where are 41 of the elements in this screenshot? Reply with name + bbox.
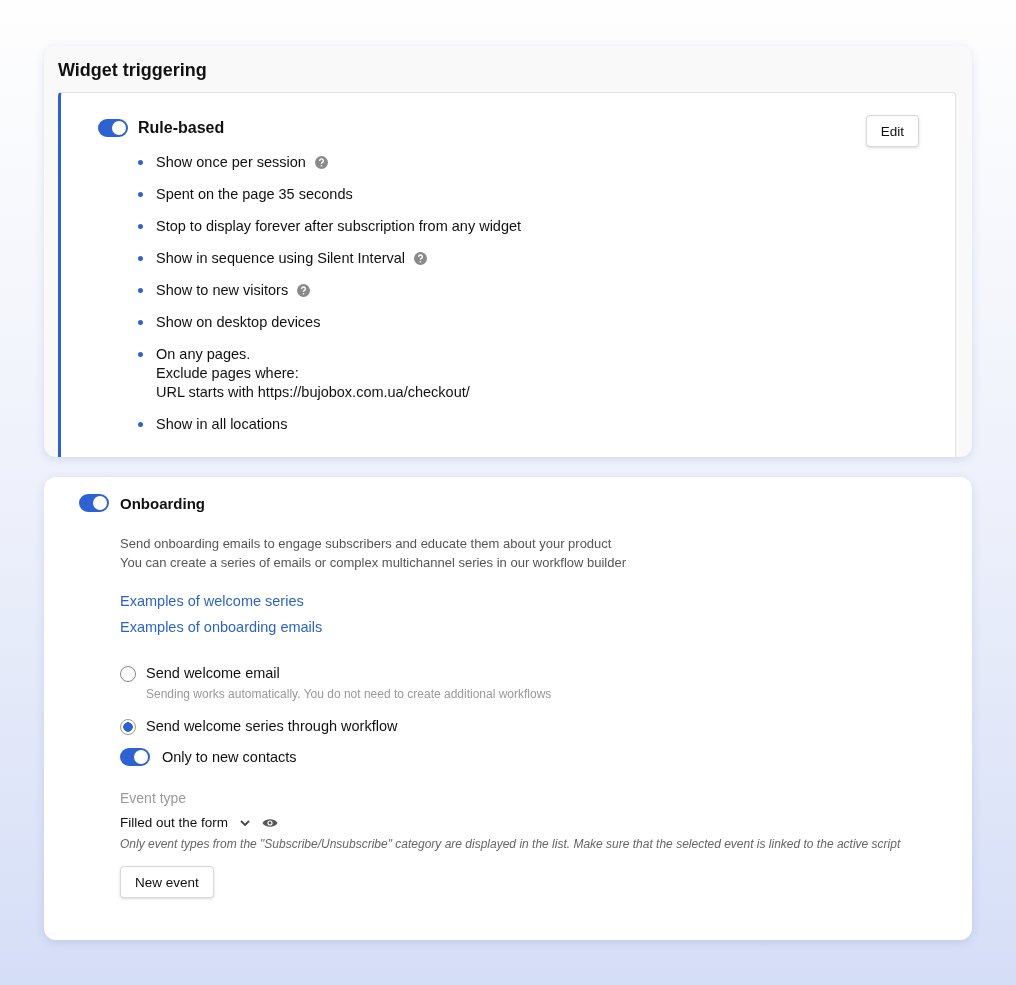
rule-text: Spent on the page 35 seconds [156, 185, 353, 204]
field-label: Event type [120, 790, 188, 806]
rule-text: Show in sequence using Silent Interval [156, 249, 406, 268]
bullet-icon [138, 224, 143, 229]
rule-text: Show on desktop devices [156, 313, 321, 332]
toggle-switch[interactable] [79, 494, 109, 512]
help-icon[interactable] [414, 252, 428, 265]
bullet-icon [138, 352, 143, 357]
example-link[interactable]: Examples of welcome series [120, 593, 304, 609]
toggle-switch[interactable] [98, 119, 128, 137]
option-hint: Sending works automatically. You do not need to create additional workflows [146, 687, 552, 701]
bullet-icon [138, 160, 143, 165]
caret-icon [240, 819, 251, 826]
toggle-label: Only to new contacts [162, 749, 297, 765]
bullet-icon [138, 320, 143, 325]
option-label: Send welcome series through workflow [146, 718, 398, 734]
bullet-icon [138, 192, 143, 197]
help-icon[interactable] [297, 284, 311, 297]
section-title: Widget triggering [58, 60, 208, 81]
bullet-icon [138, 256, 143, 261]
bullet-icon [138, 288, 143, 293]
rule-text: Stop to display forever after subscription from any widget [156, 217, 522, 236]
rule-text: Show once per session [156, 153, 306, 172]
rule-title: Rule-based [138, 119, 226, 137]
help-icon[interactable] [314, 156, 328, 169]
bullet-icon [138, 422, 143, 427]
example-link[interactable]: Examples of onboarding emails [120, 619, 323, 635]
description-text: Send onboarding emails to engage subscribers and educate them about your product You can create a series of emails or complex multichannel series in our workflow builder [120, 535, 628, 572]
option-label: Send welcome email [146, 665, 281, 681]
rule-text: Show to new visitors [156, 281, 289, 300]
section-title: Onboarding [120, 494, 205, 512]
radio-button[interactable] [120, 666, 136, 682]
rule-text: On any pages. Exclude pages where: URL starts with https://bujobox.com.ua/checkout/ [156, 345, 470, 402]
event-type-select[interactable]: Filled out the form [120, 815, 251, 830]
note-text: Only event types from the "Subscribe/Unsubscribe" category are displayed in the list. Make sure that the selected event is linked to the active script [120, 837, 902, 851]
rule-text: Show in all locations [156, 415, 288, 434]
edit-button[interactable]: Edit [865, 115, 919, 147]
toggle-switch[interactable] [120, 748, 150, 766]
eye-icon[interactable] [262, 817, 279, 828]
radio-button[interactable] [120, 719, 136, 735]
new-event-button[interactable]: New event [120, 866, 214, 898]
